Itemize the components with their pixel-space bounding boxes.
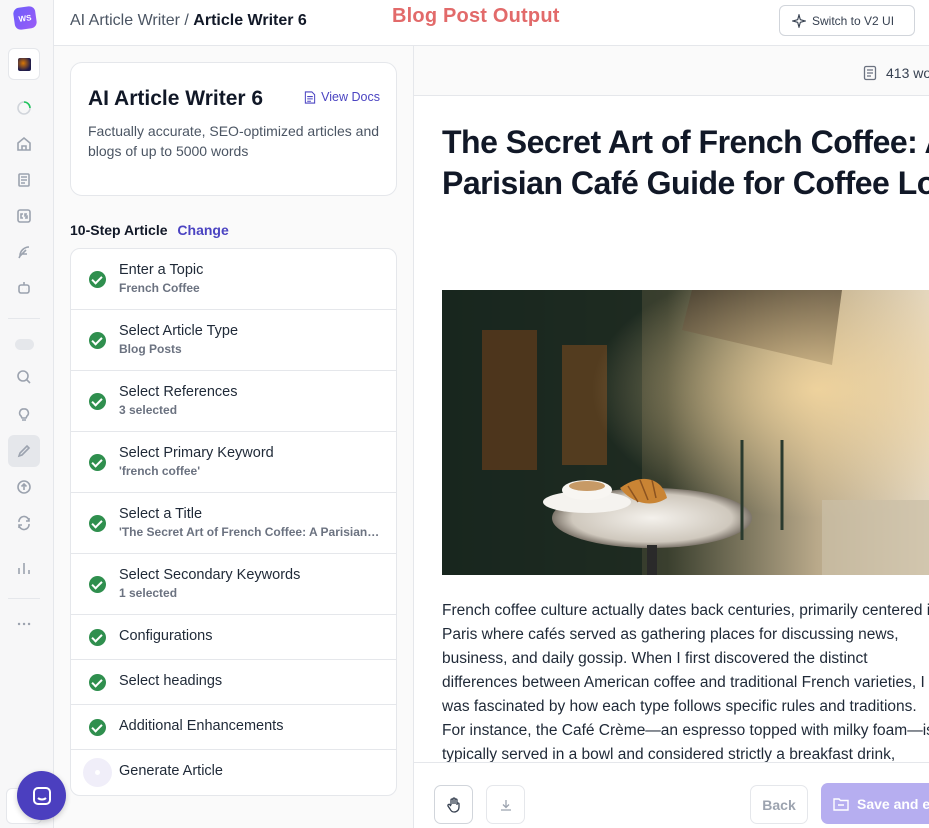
step-label: Enter a Topic [119, 262, 204, 278]
feather-icon[interactable] [12, 240, 36, 264]
step-value: 'french coffee' [119, 464, 201, 478]
chart-icon[interactable] [12, 556, 36, 580]
step-label: Select headings [119, 673, 223, 689]
robot-icon[interactable] [12, 276, 36, 300]
check-icon [89, 393, 106, 410]
article-scroll[interactable]: The Secret Art of French Coffee: A Paris… [414, 96, 929, 762]
check-icon [89, 454, 106, 471]
step-label: Select Article Type [119, 323, 239, 339]
step-value: 3 selected [119, 403, 178, 417]
overlay-title: Blog Post Output [392, 5, 560, 27]
save-label: Save and exit [857, 795, 929, 812]
step-headings[interactable]: Select headings [71, 660, 396, 705]
workspace-avatar-icon [17, 57, 31, 71]
step-article-type[interactable]: Select Article Type Blog Posts [71, 310, 396, 371]
check-icon [89, 271, 106, 288]
workspace-switcher[interactable] [8, 48, 40, 80]
check-icon [89, 515, 106, 532]
article-output: 413 words The Secret Art of French Coffe… [414, 46, 929, 828]
top-header: AI Article Writer / Article Writer 6 Blo… [54, 0, 929, 46]
lightbulb-icon[interactable] [12, 403, 36, 427]
rail-divider [8, 318, 40, 319]
view-docs-label: View Docs [321, 90, 380, 104]
steps-list: Enter a Topic French Coffee Select Artic… [70, 248, 397, 796]
refresh-icon[interactable] [12, 511, 36, 535]
hero-image [442, 290, 929, 575]
hand-icon [446, 796, 460, 813]
step-generate-article[interactable]: Generate Article [71, 750, 396, 795]
step-value: 1 selected [119, 586, 178, 600]
doc-icon [305, 90, 316, 104]
cafe-photo [442, 290, 929, 575]
upload-icon[interactable] [12, 475, 36, 499]
spinner-icon [12, 96, 36, 120]
rail-divider [8, 598, 40, 599]
step-label: Select Secondary Keywords [119, 567, 301, 583]
switch-ui-label: Switch to V2 UI [812, 13, 895, 28]
chat-launcher-button[interactable] [17, 771, 66, 820]
breadcrumb: AI Article Writer / Article Writer 6 [70, 12, 307, 30]
step-label: Generate Article [119, 763, 223, 779]
hand-button[interactable] [434, 785, 473, 824]
tool-card: AI Article Writer 6 View Docs Factually … [70, 62, 397, 196]
step-enter-topic[interactable]: Enter a Topic French Coffee [71, 249, 396, 310]
step-label: Additional Enhancements [119, 718, 284, 734]
document-icon[interactable] [12, 168, 36, 192]
step-value: French Coffee [119, 281, 200, 295]
output-actions: Back Save and exit [414, 762, 929, 828]
check-icon [89, 332, 106, 349]
word-count-label: 413 words [886, 65, 929, 81]
check-icon [89, 629, 106, 646]
folder-icon [833, 797, 849, 811]
breadcrumb-current: Article Writer 6 [193, 12, 307, 29]
check-icon [89, 719, 106, 736]
download-button[interactable] [486, 785, 525, 824]
article-body: French coffee culture actually dates bac… [442, 602, 929, 762]
back-button[interactable]: Back [750, 785, 808, 824]
check-icon [89, 576, 106, 593]
step-primary-keyword[interactable]: Select Primary Keyword 'french coffee' [71, 432, 396, 493]
pencil-icon[interactable] [8, 435, 40, 467]
step-label: Select References [119, 384, 238, 400]
save-and-exit-button[interactable]: Save and exit [821, 783, 929, 824]
output-toolbar: 413 words [414, 46, 929, 96]
search-icon[interactable] [12, 365, 36, 389]
tool-title: AI Article Writer 6 [88, 87, 264, 110]
step-configurations[interactable]: Configurations [71, 615, 396, 660]
step-label: Configurations [119, 628, 213, 644]
article-title: The Secret Art of French Coffee: A Paris… [442, 124, 929, 201]
cs-icon[interactable] [12, 204, 36, 228]
home-icon[interactable] [12, 132, 36, 156]
word-count: 413 words [862, 65, 929, 81]
tool-description: Factually accurate, SEO-optimized articl… [88, 123, 380, 159]
document-icon [863, 65, 877, 81]
step-value: 'The Secret Art of French Coffee: A Pari… [119, 525, 381, 539]
check-icon [89, 674, 106, 691]
icon-rail: WS [0, 0, 54, 828]
pending-icon [83, 758, 112, 787]
step-secondary-keywords[interactable]: Select Secondary Keywords 1 selected [71, 554, 396, 615]
toggle-icon[interactable] [15, 339, 34, 350]
step-label: Select Primary Keyword [119, 445, 274, 461]
step-references[interactable]: Select References 3 selected [71, 371, 396, 432]
view-docs-link[interactable]: View Docs [304, 90, 380, 104]
breadcrumb-parent[interactable]: AI Article Writer / [70, 12, 189, 29]
step-value: Blog Posts [119, 342, 182, 356]
more-icon[interactable] [12, 612, 36, 636]
switch-ui-button[interactable]: Switch to V2 UI [779, 5, 915, 36]
chat-icon [32, 786, 51, 805]
plan-row: 10-Step Article Change [70, 222, 229, 238]
sparkle-icon [792, 13, 806, 28]
step-enhancements[interactable]: Additional Enhancements [71, 705, 396, 750]
download-icon [500, 799, 511, 811]
change-plan-link[interactable]: Change [177, 222, 228, 238]
plan-label: 10-Step Article [70, 222, 168, 238]
step-title[interactable]: Select a Title 'The Secret Art of French… [71, 493, 396, 554]
steps-panel: AI Article Writer 6 View Docs Factually … [54, 46, 414, 828]
step-label: Select a Title [119, 506, 203, 522]
app-logo[interactable]: WS [12, 5, 38, 31]
